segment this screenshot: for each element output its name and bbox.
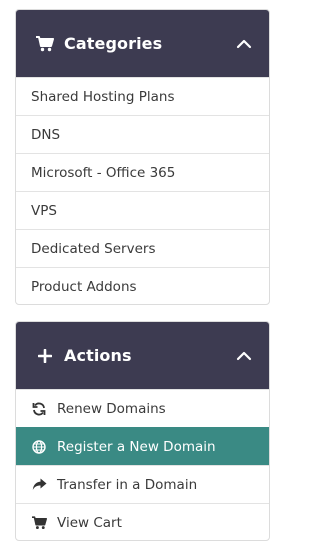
category-item-vps[interactable]: VPS [16, 191, 269, 229]
category-item-product-addons[interactable]: Product Addons [16, 267, 269, 304]
category-item-office365[interactable]: Microsoft - Office 365 [16, 153, 269, 191]
category-item-label: Product Addons [31, 278, 137, 295]
category-item-shared-hosting[interactable]: Shared Hosting Plans [16, 77, 269, 115]
action-view-cart[interactable]: View Cart [16, 503, 269, 540]
category-item-label: Dedicated Servers [31, 240, 156, 257]
category-item-label: Microsoft - Office 365 [31, 164, 176, 181]
category-item-dedicated-servers[interactable]: Dedicated Servers [16, 229, 269, 267]
shopping-cart-icon [36, 35, 54, 53]
action-label: Register a New Domain [57, 438, 216, 455]
chevron-up-icon[interactable] [235, 35, 253, 53]
categories-title: Categories [64, 34, 163, 53]
category-item-label: Shared Hosting Plans [31, 88, 175, 105]
plus-icon [36, 347, 54, 365]
action-transfer-domain[interactable]: Transfer in a Domain [16, 465, 269, 503]
action-renew-domains[interactable]: Renew Domains [16, 389, 269, 427]
category-item-dns[interactable]: DNS [16, 115, 269, 153]
action-label: View Cart [57, 514, 122, 531]
actions-panel: Actions Renew Domains Register a New Dom… [15, 321, 270, 541]
category-item-label: DNS [31, 126, 61, 143]
actions-header[interactable]: Actions [16, 322, 269, 389]
categories-panel: Categories Shared Hosting Plans DNS Micr… [15, 9, 270, 305]
refresh-icon [31, 401, 47, 417]
action-label: Transfer in a Domain [57, 476, 198, 493]
category-item-label: VPS [31, 202, 57, 219]
chevron-up-icon[interactable] [235, 347, 253, 365]
globe-icon [31, 439, 47, 455]
actions-title: Actions [64, 346, 132, 365]
action-label: Renew Domains [57, 400, 166, 417]
shopping-cart-icon [31, 515, 47, 531]
share-arrow-icon [31, 477, 47, 493]
action-register-domain[interactable]: Register a New Domain [16, 427, 269, 465]
categories-header[interactable]: Categories [16, 10, 269, 77]
